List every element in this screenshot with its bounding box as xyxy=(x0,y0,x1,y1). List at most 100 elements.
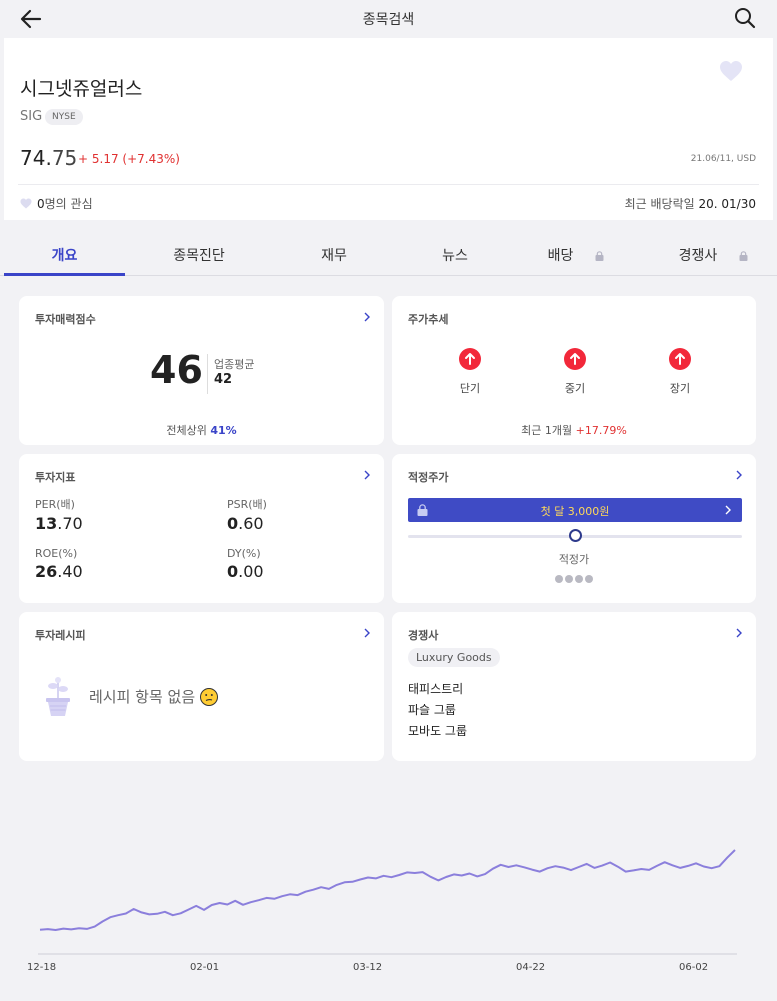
indicator-value: 0.00 xyxy=(227,562,264,581)
trend-label: 중기 xyxy=(564,382,586,395)
trend-label: 단기 xyxy=(459,382,481,395)
indicator-value: 13.70 xyxy=(35,514,83,533)
card-title: 주가추세 xyxy=(408,313,449,326)
tab-overview[interactable]: 개요 xyxy=(4,238,125,276)
indicator-per: PER(배) 13.70 xyxy=(35,496,83,533)
price-change: + 5.17 (+7.43%) xyxy=(78,152,180,166)
trend-card[interactable]: 주가추세 단기 중기 장기 최근 1개월 +17.79% xyxy=(392,296,756,445)
sector-badge: Luxury Goods xyxy=(408,648,500,667)
tab-dividend-label: 배당 xyxy=(547,248,574,264)
indicator-value: 0.60 xyxy=(227,514,264,533)
trend-short: 단기 xyxy=(440,348,500,396)
stock-name: 시그넷쥬얼러스 xyxy=(20,78,143,100)
lock-icon xyxy=(739,251,748,261)
tab-dividend[interactable]: 배당 xyxy=(516,238,636,276)
chevron-right-icon[interactable] xyxy=(362,468,372,482)
tab-competitors-label: 경쟁사 xyxy=(678,248,718,264)
competitor-item[interactable]: 모바도 그룹 xyxy=(408,721,467,742)
chevron-right-icon[interactable] xyxy=(362,626,372,640)
subscribe-button[interactable]: 첫 달 3,000원 xyxy=(408,498,742,522)
competitor-item[interactable]: 파슬 그룹 xyxy=(408,700,467,721)
top-bar: 종목검색 xyxy=(0,0,777,38)
chevron-right-icon[interactable] xyxy=(734,626,744,640)
indicator-label: ROE(%) xyxy=(35,547,78,560)
confused-face-icon xyxy=(200,687,219,706)
tab-diagnosis[interactable]: 종목진단 xyxy=(138,238,260,276)
trend-label: 장기 xyxy=(669,382,691,395)
indicator-label: PSR(배) xyxy=(227,498,267,511)
card-title: 투자매력점수 xyxy=(35,313,96,326)
tab-bar: 개요 종목진단 재무 뉴스 배당 경쟁사 xyxy=(0,238,777,276)
dividend-label: 최근 배당락일 xyxy=(624,197,695,211)
indicator-value: 26.40 xyxy=(35,562,83,581)
price-chart-plot xyxy=(38,849,737,955)
dividend-date: 최근 배당락일 20. 01/30 xyxy=(625,195,756,212)
rank-label: 전체상위 xyxy=(166,424,207,437)
card-title: 투자레시피 xyxy=(35,629,86,642)
heart-icon[interactable] xyxy=(719,60,743,82)
indicator-card[interactable]: 투자지표 PER(배) 13.70 PSR(배) 0.60 ROE(%) 26.… xyxy=(19,454,384,603)
arrow-up-icon xyxy=(669,348,691,370)
chevron-right-icon xyxy=(725,505,731,515)
indicator-label: PER(배) xyxy=(35,498,75,511)
monthly-change-label: 최근 1개월 xyxy=(521,424,573,437)
price-date: 21.06/11, USD xyxy=(690,154,756,164)
indicator-roe: ROE(%) 26.40 xyxy=(35,547,83,581)
interest-suffix: 명의 관심 xyxy=(44,197,93,211)
competitor-card[interactable]: 경쟁사 Luxury Goods 태피스트리 파슬 그룹 모바도 그룹 xyxy=(392,612,756,761)
chevron-right-icon[interactable] xyxy=(362,310,372,324)
fair-price-label: 적정가 xyxy=(558,553,590,566)
rank-value: 41% xyxy=(210,424,237,437)
indicator-label: DY(%) xyxy=(227,547,261,560)
tab-news[interactable]: 뉴스 xyxy=(394,238,516,276)
price-decimal: 75 xyxy=(51,146,78,170)
price-chart: 12-18 02-01 03-12 04-22 06-02 xyxy=(0,830,777,1001)
chevron-right-icon[interactable] xyxy=(734,468,744,482)
x-tick-label: 06-02 xyxy=(679,962,709,973)
x-tick-label: 03-12 xyxy=(353,962,383,973)
arrow-up-icon xyxy=(564,348,586,370)
x-tick-label: 04-22 xyxy=(516,962,546,973)
price-integer: 74. xyxy=(20,146,52,170)
price-series-line xyxy=(39,849,736,931)
arrow-up-icon xyxy=(459,348,481,370)
card-title: 투자지표 xyxy=(35,471,76,484)
industry-average-label: 업종평균 xyxy=(214,358,255,371)
divider xyxy=(18,184,759,185)
interest-count: 0명의 관심 xyxy=(20,195,93,212)
trend-mid: 중기 xyxy=(545,348,605,396)
ticker-symbol: SIG xyxy=(20,109,43,124)
overall-rank: 전체상위 41% xyxy=(19,422,384,438)
page-title: 종목검색 xyxy=(362,12,415,28)
score-card[interactable]: 투자매력점수 46 업종평균 42 전체상위 41% xyxy=(19,296,384,445)
lock-icon xyxy=(595,251,604,261)
search-icon[interactable] xyxy=(733,6,757,30)
competitor-item[interactable]: 태피스트리 xyxy=(408,679,467,700)
recipe-empty-message: 레시피 항목 없음 xyxy=(89,686,219,707)
tab-competitors[interactable]: 경쟁사 xyxy=(650,238,777,276)
interest-number: 0 xyxy=(37,197,45,211)
x-tick-label: 02-01 xyxy=(190,962,220,973)
plant-pot-icon xyxy=(46,677,70,716)
fair-price-marker xyxy=(568,529,582,542)
stock-price: 74.75 xyxy=(20,146,77,170)
monthly-change-value: +17.79% xyxy=(575,424,627,437)
trend-long: 장기 xyxy=(650,348,710,396)
score-value: 46 xyxy=(150,348,203,392)
subscribe-label: 첫 달 3,000원 xyxy=(540,505,610,518)
empty-text: 레시피 항목 없음 xyxy=(89,688,196,706)
dividend-value: 20. 01/30 xyxy=(698,197,756,211)
x-tick-label: 12-18 xyxy=(27,962,57,973)
stock-header-card: 시그넷쥬얼러스 SIG NYSE 74.75 + 5.17 (+7.43%) 2… xyxy=(4,38,773,220)
divider xyxy=(207,354,208,394)
industry-average-value: 42 xyxy=(214,372,233,387)
fair-price-card[interactable]: 적정주가 첫 달 3,000원 적정가 xyxy=(392,454,756,603)
competitor-list: 태피스트리 파슬 그룹 모바도 그룹 xyxy=(408,679,467,742)
card-title: 경쟁사 xyxy=(408,629,439,642)
hidden-value-dots xyxy=(392,568,756,587)
tab-financials[interactable]: 재무 xyxy=(274,238,394,276)
indicator-dy: DY(%) 0.00 xyxy=(227,547,264,581)
heart-icon xyxy=(20,198,32,209)
monthly-change: 최근 1개월 +17.79% xyxy=(392,422,756,438)
recipe-card[interactable]: 투자레시피 레시피 항목 없음 xyxy=(19,612,384,761)
